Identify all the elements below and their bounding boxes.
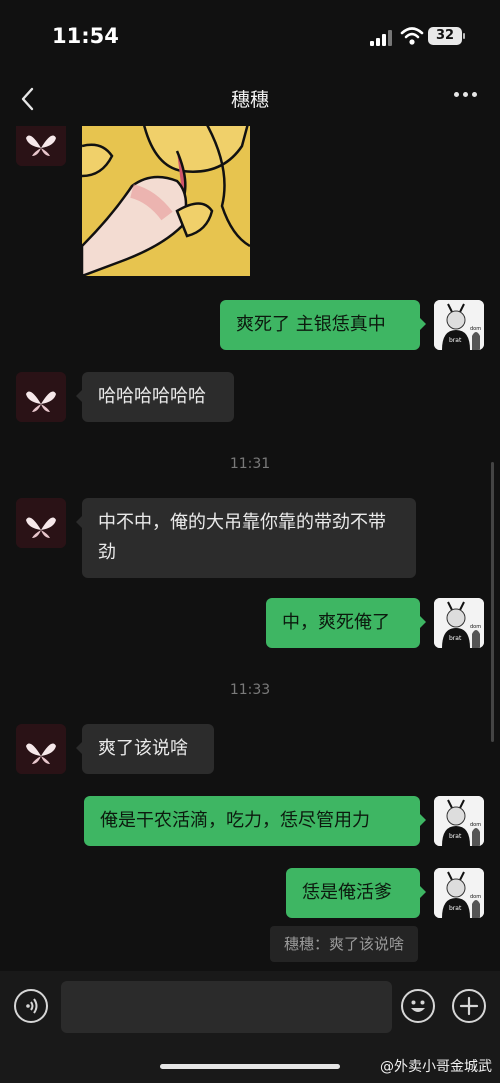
butterfly-icon [16, 724, 66, 774]
message-timestamp: 11:31 [229, 456, 271, 472]
scrollbar[interactable] [491, 462, 494, 742]
message-bubble-outgoing[interactable]: 俺是干农活滴，吃力，恁尽管用力 [84, 796, 426, 846]
cellular-signal-icon [370, 30, 394, 46]
message-bubble-outgoing[interactable]: 爽死了 主银恁真中 [220, 300, 426, 350]
avatar-shirt-text: brat [449, 635, 462, 642]
contact-avatar[interactable] [16, 498, 66, 548]
message-input[interactable] [61, 981, 392, 1033]
chat-title: 穗穗 [230, 89, 269, 111]
sticker-image[interactable] [82, 126, 250, 276]
my-avatar[interactable]: brat dom [434, 868, 484, 918]
more-options-icon[interactable] [454, 92, 478, 98]
avatar-shirt-text: brat [449, 337, 462, 344]
message-bubble-incoming[interactable]: 爽了该说啥 [76, 724, 214, 774]
quoted-message[interactable]: 穗穗：爽了该说啥 [269, 926, 418, 962]
voice-icon[interactable] [14, 989, 48, 1023]
message-bubble-outgoing[interactable]: 恁是俺活爹 [286, 868, 426, 918]
chat-header: 穗穗 [0, 70, 500, 126]
butterfly-icon [16, 498, 66, 548]
status-time: 11:54 [52, 24, 119, 48]
my-avatar[interactable]: brat dom [434, 598, 484, 648]
avatar-corner-text: dom [470, 326, 481, 332]
battery-icon [463, 33, 465, 39]
avatar-corner-text: dom [470, 624, 481, 630]
wifi-icon [400, 27, 424, 45]
avatar-shirt-text: brat [449, 905, 462, 912]
contact-avatar[interactable] [16, 724, 66, 774]
butterfly-icon [16, 372, 66, 422]
butterfly-icon [16, 126, 66, 166]
avatar-corner-text: dom [470, 822, 481, 828]
home-indicator[interactable] [160, 1064, 340, 1069]
message-bubble-incoming[interactable]: 哈哈哈哈哈哈 [76, 372, 234, 422]
contact-avatar[interactable] [16, 372, 66, 422]
avatar-corner-text: dom [470, 894, 481, 900]
battery-level: 32 [428, 27, 462, 45]
status-bar: 11:54 32 [0, 0, 500, 70]
plus-icon[interactable] [452, 989, 486, 1023]
message-bubble-outgoing[interactable]: 中，爽死俺了 [266, 598, 426, 648]
my-avatar[interactable]: brat dom [434, 796, 484, 846]
avatar-shirt-text: brat [449, 833, 462, 840]
watermark: @外卖小哥金城武 [380, 1059, 492, 1075]
message-list[interactable]: 爽死了 主银恁真中 brat dom 哈哈哈哈哈哈 11:31 中不中，俺的大吊… [0, 126, 500, 971]
message-timestamp: 11:33 [229, 682, 271, 698]
my-avatar[interactable]: brat dom [434, 300, 484, 350]
emoji-icon[interactable] [401, 989, 435, 1023]
message-bubble-incoming[interactable]: 中不中，俺的大吊靠你靠的带劲不带劲 [76, 498, 416, 578]
contact-avatar[interactable] [16, 126, 66, 166]
